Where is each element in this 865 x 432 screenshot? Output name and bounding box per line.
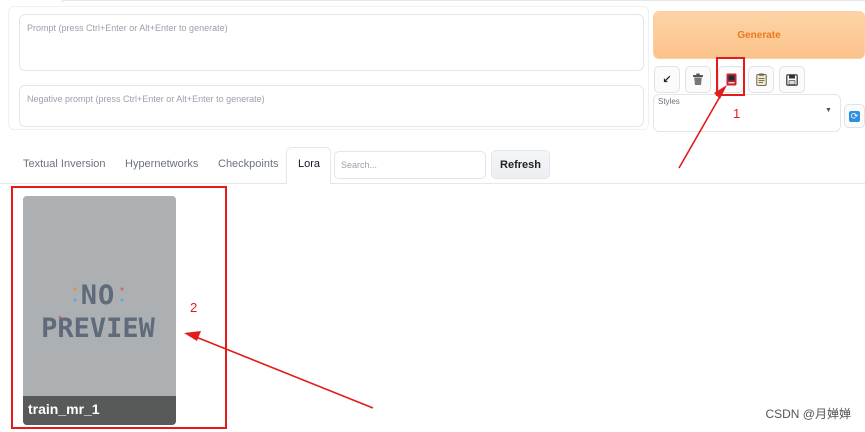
tab-lora[interactable]: Lora [298, 158, 320, 170]
apply-styles-button[interactable] [748, 66, 774, 93]
save-style-button[interactable] [779, 66, 805, 93]
trash-icon [693, 73, 703, 85]
tab-textual-inversion[interactable]: Textual Inversion [23, 158, 106, 170]
clear-prompt-button[interactable] [685, 66, 711, 93]
search-input[interactable] [334, 151, 486, 179]
watermark: CSDN @月婵婵 [765, 407, 851, 421]
tab-checkpoints[interactable]: Checkpoints [218, 158, 279, 170]
tabs-divider [0, 183, 287, 184]
tabs-divider [330, 183, 865, 184]
generate-button[interactable]: Generate [653, 11, 865, 59]
styles-dropdown[interactable] [653, 94, 841, 132]
prompt-placeholder: Prompt (press Ctrl+Enter or Alt+Enter to… [27, 23, 228, 33]
annotation-box-1 [716, 57, 745, 96]
annotation-label-2: 2 [190, 300, 198, 315]
top-tab-line [0, 0, 865, 3]
save-icon [786, 73, 798, 86]
refresh-icon: ⟳ [849, 110, 860, 122]
styles-label: Styles [657, 97, 681, 106]
negative-prompt-textarea[interactable]: Negative prompt (press Ctrl+Enter or Alt… [19, 85, 644, 127]
refresh-styles-button[interactable]: ⟳ [844, 104, 865, 128]
chevron-down-icon[interactable]: ▼ [825, 107, 832, 114]
prompt-textarea[interactable]: Prompt (press Ctrl+Enter or Alt+Enter to… [19, 14, 644, 71]
annotation-label-1: 1 [733, 106, 741, 121]
paste-arrow-button[interactable]: ↙ [654, 66, 680, 93]
negative-prompt-placeholder: Negative prompt (press Ctrl+Enter or Alt… [27, 94, 265, 104]
clipboard-icon [755, 73, 767, 86]
arrow-down-left-icon: ↙ [662, 74, 672, 86]
refresh-button[interactable]: Refresh [491, 150, 550, 179]
tab-hypernetworks[interactable]: Hypernetworks [125, 158, 198, 170]
